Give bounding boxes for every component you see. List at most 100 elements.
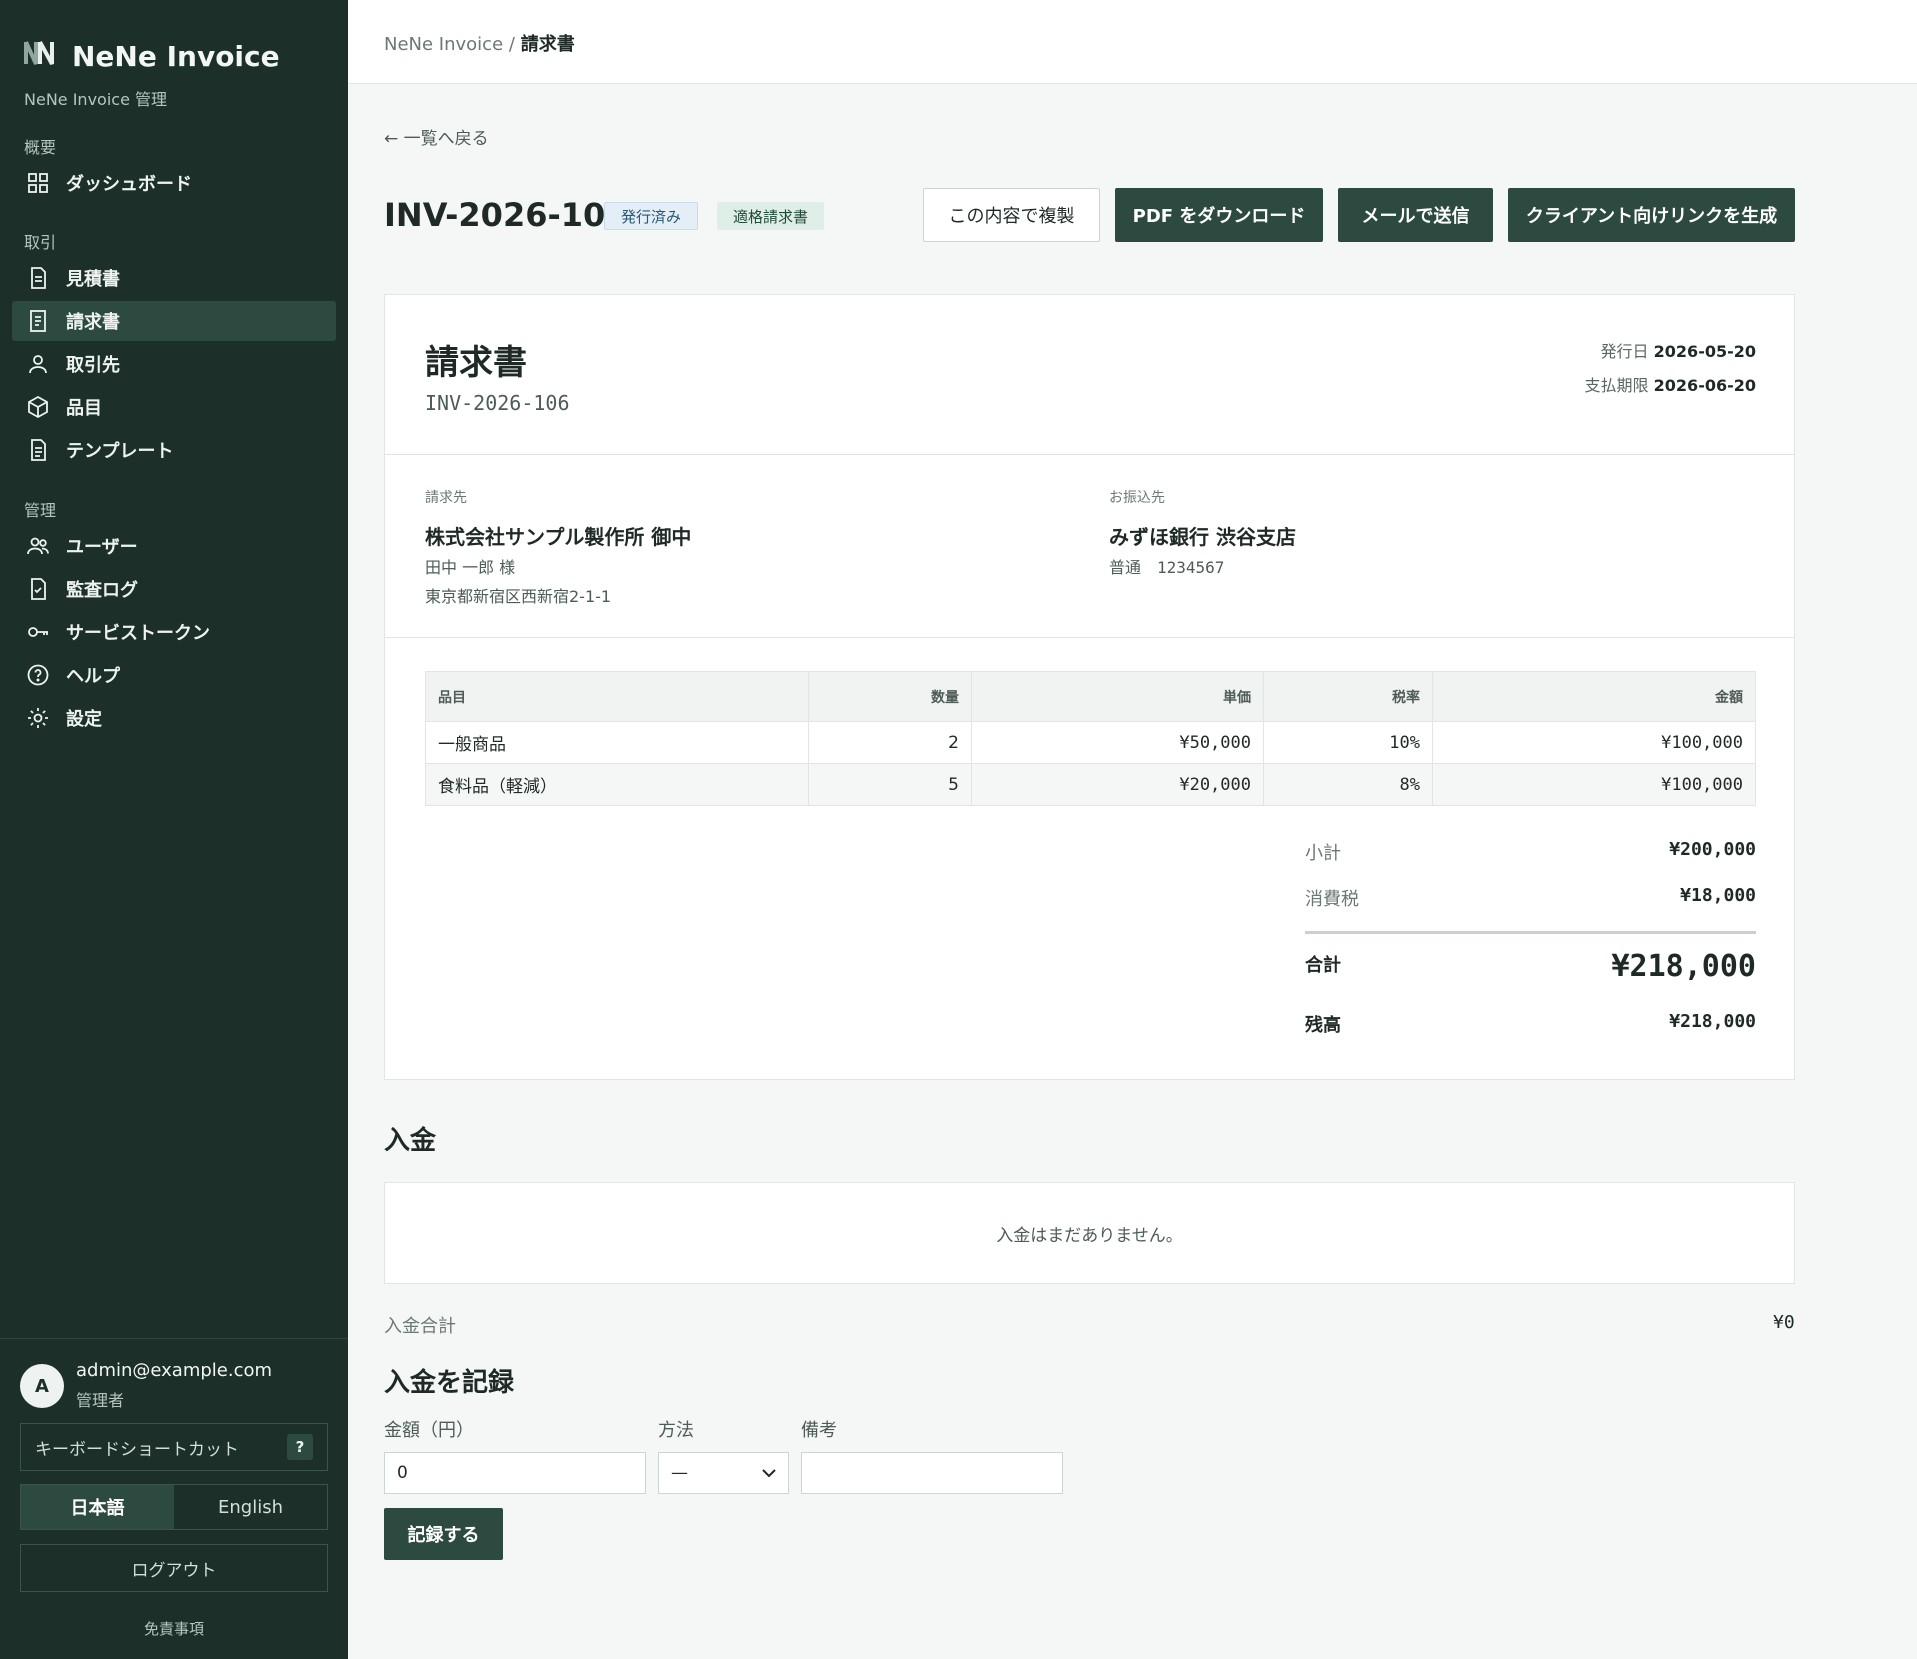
- line-items-table: 品目 数量 単価 税率 金額 一般商品 2 ¥50,000 10% ¥100,0…: [425, 671, 1756, 806]
- key-icon: [28, 627, 48, 637]
- sidebar-item-users[interactable]: ユーザー: [12, 526, 336, 566]
- language-switcher: 日本語 English: [20, 1484, 328, 1530]
- download-pdf-button[interactable]: PDF をダウンロード: [1115, 188, 1323, 242]
- keyboard-shortcuts-button[interactable]: キーボードショートカット ?: [20, 1423, 328, 1471]
- table-header-row: 品目 数量 単価 税率 金額: [425, 671, 1756, 722]
- sidebar-item-label: ダッシュボード: [66, 174, 192, 195]
- bill-to-address: 東京都新宿区西新宿2-1-1: [425, 587, 612, 606]
- cell-item: 一般商品: [425, 721, 809, 764]
- totals-divider: [1305, 931, 1756, 934]
- avatar: A: [20, 1364, 64, 1408]
- method-label: 方法: [658, 1420, 694, 1441]
- balance-value: ¥218,000: [1669, 1011, 1756, 1032]
- duplicate-button[interactable]: この内容で複製: [923, 188, 1100, 242]
- col-item: 品目: [425, 671, 809, 722]
- bill-to-contact: 田中 一郎 様: [425, 558, 516, 577]
- tax-value: ¥18,000: [1680, 885, 1756, 906]
- document-title: 請求書: [425, 343, 527, 383]
- lang-option-ja[interactable]: 日本語: [21, 1485, 174, 1529]
- audit-log-icon: [31, 578, 46, 600]
- generate-client-link-button[interactable]: クライアント向けリンクを生成: [1508, 188, 1795, 242]
- sidebar-item-label: 設定: [66, 709, 102, 730]
- breadcrumb-root[interactable]: NeNe Invoice: [384, 34, 503, 55]
- issue-date: 2026-05-20: [1653, 342, 1756, 361]
- sidebar-item-templates[interactable]: テンプレート: [12, 430, 336, 470]
- payments-empty-state: 入金はまだありません。: [384, 1182, 1795, 1284]
- sidebar-item-label: 取引先: [66, 355, 120, 376]
- nav-section-transactions: 取引: [24, 233, 57, 252]
- sidebar-item-settings[interactable]: 設定: [12, 698, 336, 738]
- document-icon: [31, 267, 46, 289]
- breadcrumb-current: 請求書: [520, 34, 575, 55]
- sidebar-item-label: サービストークン: [66, 623, 210, 644]
- shortcut-key-badge: ?: [287, 1434, 313, 1460]
- cell-unit-price: ¥20,000: [971, 763, 1264, 806]
- nav-section-admin: 管理: [24, 501, 57, 520]
- sidebar-item-label: テンプレート: [66, 441, 174, 462]
- send-email-button[interactable]: メールで送信: [1338, 188, 1493, 242]
- sidebar-item-products[interactable]: 品目: [12, 387, 336, 427]
- breadcrumb-separator: /: [508, 34, 515, 55]
- bank-account: 普通 1234567: [1109, 558, 1225, 577]
- dashboard-icon: [28, 173, 48, 193]
- template-icon: [31, 439, 46, 461]
- invoice-card: 請求書 INV-2026-106 発行日 2026-05-20 支払期限 202…: [384, 294, 1795, 1080]
- sidebar-item-label: 見積書: [66, 269, 120, 290]
- divider: [385, 637, 1794, 638]
- status-badge: 発行済み: [604, 202, 699, 230]
- keyboard-shortcuts-label: キーボードショートカット: [35, 1439, 239, 1460]
- chevron-down-icon: [762, 1469, 776, 1478]
- top-bar: NeNe Invoice / 請求書: [348, 0, 1917, 84]
- disclaimer-link[interactable]: 免責事項: [0, 1618, 348, 1639]
- col-qty: 数量: [808, 671, 972, 722]
- table-row: 一般商品 2 ¥50,000 10% ¥100,000: [425, 721, 1756, 764]
- qualified-invoice-badge: 適格請求書: [717, 202, 825, 230]
- app-subtitle: NeNe Invoice 管理: [24, 90, 168, 109]
- record-payment-button[interactable]: 記録する: [384, 1508, 503, 1560]
- sidebar-item-label: 請求書: [66, 312, 120, 333]
- invoice-icon: [30, 310, 46, 332]
- method-select[interactable]: —: [658, 1452, 789, 1494]
- cell-amount: ¥100,000: [1432, 721, 1756, 764]
- amount-label: 金額（円）: [384, 1420, 474, 1441]
- divider: [385, 454, 1794, 455]
- cell-tax-rate: 10%: [1263, 721, 1433, 764]
- method-select-value: —: [671, 1463, 688, 1483]
- brand[interactable]: NeNe Invoice: [24, 38, 280, 75]
- sidebar-item-label: 品目: [66, 398, 102, 419]
- table-row: 食料品（軽減） 5 ¥20,000 8% ¥100,000: [425, 763, 1756, 806]
- lang-option-en[interactable]: English: [174, 1485, 327, 1529]
- col-tax-rate: 税率: [1263, 671, 1433, 722]
- payments-heading: 入金: [384, 1126, 437, 1156]
- sidebar-item-help[interactable]: ヘルプ: [12, 655, 336, 695]
- sidebar-item-dashboard[interactable]: ダッシュボード: [12, 163, 336, 203]
- note-input[interactable]: [801, 1452, 1063, 1494]
- breadcrumb: NeNe Invoice / 請求書: [384, 30, 575, 56]
- col-amount: 金額: [1432, 671, 1756, 722]
- cell-amount: ¥100,000: [1432, 763, 1756, 806]
- payments-total-value: ¥0: [1773, 1312, 1795, 1333]
- total-value: ¥218,000: [1611, 949, 1757, 984]
- logout-button[interactable]: ログアウト: [20, 1544, 328, 1592]
- amount-input[interactable]: 0: [384, 1452, 646, 1494]
- issue-date-label: 発行日: [1600, 342, 1649, 361]
- sidebar-item-service-tokens[interactable]: サービストークン: [12, 612, 336, 652]
- bank-name: みずほ銀行 渋谷支店: [1109, 525, 1296, 549]
- sidebar-item-label: ヘルプ: [66, 666, 120, 687]
- cell-qty: 2: [808, 721, 972, 764]
- help-icon: [27, 664, 49, 686]
- user-role: 管理者: [76, 1391, 125, 1410]
- cell-item: 食料品（軽減）: [425, 763, 809, 806]
- sidebar-item-audit-log[interactable]: 監査ログ: [12, 569, 336, 609]
- balance-label: 残高: [1305, 1015, 1341, 1036]
- sidebar-item-clients[interactable]: 取引先: [12, 344, 336, 384]
- sidebar-item-label: 監査ログ: [66, 580, 138, 601]
- user-email: admin@example.com: [76, 1360, 273, 1381]
- sidebar-item-invoices[interactable]: 請求書: [12, 301, 336, 341]
- nav-section-overview: 概要: [24, 138, 57, 157]
- cell-qty: 5: [808, 763, 972, 806]
- tax-label: 消費税: [1305, 889, 1359, 910]
- back-to-list-link[interactable]: ← 一覧へ戻る: [384, 124, 489, 149]
- sidebar-item-quotes[interactable]: 見積書: [12, 258, 336, 298]
- document-number: INV-2026-106: [425, 391, 570, 415]
